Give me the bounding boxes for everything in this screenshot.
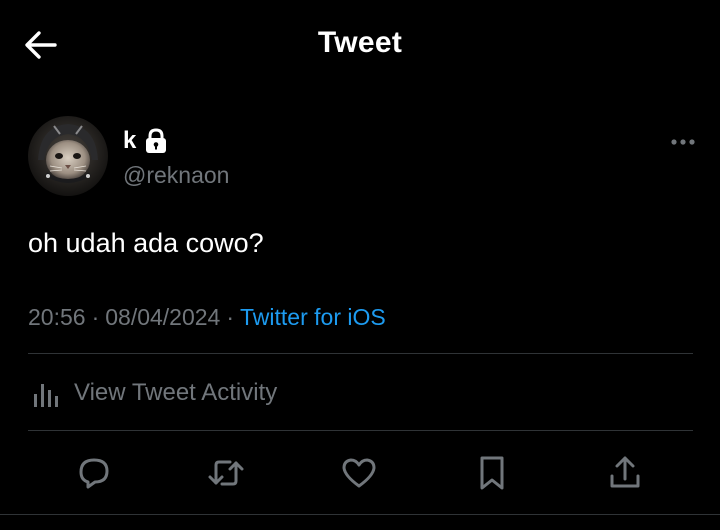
header: Tweet	[0, 0, 720, 92]
heart-icon	[342, 458, 376, 488]
reply-button[interactable]	[71, 450, 117, 496]
lock-icon	[145, 128, 167, 154]
tweet-time: 20:56	[28, 304, 86, 330]
cat-avatar-image	[28, 116, 108, 196]
analytics-icon	[34, 384, 58, 407]
meta-separator: ·	[226, 304, 235, 330]
view-tweet-activity-button[interactable]: View Tweet Activity	[28, 370, 277, 416]
display-name[interactable]: k	[123, 127, 136, 155]
avatar[interactable]	[28, 116, 108, 196]
tweet-source-link[interactable]: Twitter for iOS	[240, 304, 386, 330]
tweet-meta: 20:56 · 08/04/2024 · Twitter for iOS	[28, 304, 386, 331]
reply-icon	[79, 458, 109, 489]
like-button[interactable]	[336, 450, 382, 496]
bookmark-icon	[480, 456, 504, 490]
retweet-button[interactable]	[203, 450, 249, 496]
share-button[interactable]	[602, 450, 648, 496]
bookmark-button[interactable]	[469, 450, 515, 496]
more-icon	[671, 139, 695, 145]
retweet-icon	[208, 460, 244, 486]
divider	[28, 353, 693, 354]
tweet-text: oh udah ada cowo?	[28, 228, 264, 258]
tweet-date: 08/04/2024	[105, 304, 221, 330]
view-tweet-activity-label: View Tweet Activity	[74, 379, 278, 406]
more-options-button[interactable]	[666, 130, 700, 154]
page-title: Tweet	[317, 26, 403, 59]
share-icon	[610, 456, 640, 488]
divider	[28, 430, 693, 431]
author-handle[interactable]: @reknaon	[123, 162, 229, 189]
bottom-divider	[0, 514, 720, 515]
meta-separator: ·	[91, 304, 100, 330]
author-name-row: k	[123, 124, 167, 158]
